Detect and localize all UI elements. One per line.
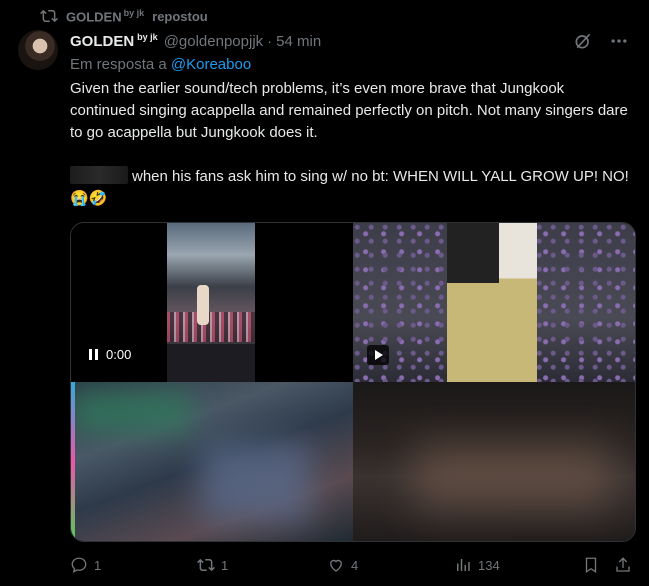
video-frame	[167, 223, 255, 382]
tweet-text: Given the earlier sound/tech problems, i…	[70, 78, 630, 210]
grok-icon[interactable]	[573, 31, 593, 51]
reply-icon	[71, 557, 87, 574]
media-image-3[interactable]	[71, 382, 353, 541]
video-frame	[447, 223, 537, 382]
avatar[interactable]	[18, 30, 58, 70]
repost-button[interactable]: 1	[197, 556, 228, 574]
repost-indicator: GOLDEN by jk repostou	[40, 6, 208, 26]
display-name[interactable]: GOLDEN by jk	[70, 32, 158, 50]
repost-icon	[197, 558, 215, 572]
pause-icon[interactable]	[89, 349, 98, 360]
play-icon[interactable]	[367, 345, 389, 365]
media-video-1[interactable]: 0:00	[71, 223, 353, 382]
repost-count: 1	[221, 557, 229, 573]
media-grid: 0:00	[70, 222, 636, 542]
reply-mention-link[interactable]: @Koreaboo	[171, 56, 251, 73]
video-time: 0:00	[106, 347, 132, 362]
more-icon[interactable]	[609, 31, 629, 51]
user-handle[interactable]: @goldenpopjjk	[164, 33, 263, 50]
action-bar: 1 1 4 134	[70, 552, 634, 578]
repost-icon	[40, 9, 58, 23]
repost-label: repostou	[152, 8, 208, 24]
timestamp[interactable]: 54 min	[276, 33, 321, 50]
reply-context: Em resposta a @Koreaboo	[70, 56, 252, 73]
repost-user[interactable]: GOLDEN by jk	[66, 8, 144, 24]
like-count: 4	[351, 557, 359, 573]
tweet-paragraph-1: Given the earlier sound/tech problems, i…	[70, 80, 628, 141]
bookmark-icon	[585, 557, 597, 574]
like-button[interactable]: 4	[327, 556, 358, 574]
tweet-paragraph-2: when his fans ask him to sing w/ no bt: …	[70, 166, 629, 207]
reply-count: 1	[94, 557, 102, 573]
separator: ·	[267, 32, 273, 50]
media-video-2[interactable]	[353, 223, 635, 382]
media-image-4[interactable]	[353, 382, 635, 541]
share-button[interactable]	[614, 556, 632, 574]
bookmark-button[interactable]	[582, 556, 600, 574]
views-button[interactable]: 134	[454, 556, 500, 574]
heart-icon	[330, 559, 342, 572]
share-icon	[616, 557, 630, 572]
video-controls[interactable]: 0:00	[89, 347, 131, 362]
tweet-header: GOLDEN by jk @goldenpopjjk · 54 min	[70, 30, 629, 52]
reply-button[interactable]: 1	[70, 556, 101, 574]
views-icon	[457, 559, 470, 571]
views-count: 134	[478, 557, 500, 573]
redacted-block	[70, 166, 128, 184]
